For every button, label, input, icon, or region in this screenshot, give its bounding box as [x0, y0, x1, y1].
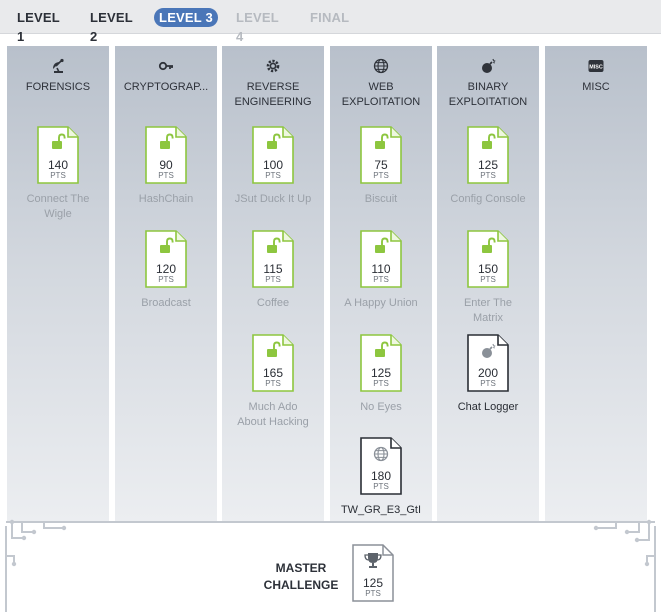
challenge-card[interactable]: 125 PTS Config Console	[441, 126, 535, 226]
category-title: BINARY EXPLOITATION	[448, 81, 528, 108]
challenge-card[interactable]: 150 PTS Enter The Matrix	[441, 230, 535, 330]
challenge-name: JSut Duck It Up	[234, 193, 312, 205]
challenge-card[interactable]: 90 PTS HashChain	[119, 126, 213, 226]
challenge-points: 115	[263, 262, 283, 276]
challenge-points-unit: PTS	[265, 171, 281, 180]
category-column-reverse-engineering: REVERSE ENGINEERING 100 PTS JSut Duck It Up…	[222, 46, 324, 522]
category-header: BINARY EXPLOITATION	[437, 46, 539, 116]
svg-text:MISC: MISC	[589, 64, 603, 70]
category-header: REVERSE ENGINEERING	[222, 46, 324, 116]
key-icon	[158, 61, 173, 71]
challenge-name: Connect The Wigle	[26, 193, 90, 220]
challenge-points: 75	[374, 158, 388, 172]
challenge-name: HashChain	[138, 193, 194, 205]
category-column-forensics: FORENSICS 140 PTS Connect The Wigle	[7, 46, 109, 522]
challenge-points: 140	[47, 158, 69, 172]
challenge-points: 180	[370, 469, 392, 483]
challenge-points-unit: PTS	[373, 379, 389, 388]
globe-icon	[373, 58, 389, 74]
challenge-points: 90	[159, 158, 173, 172]
challenge-card[interactable]: 110 PTS A Happy Union	[334, 230, 428, 330]
tab-level-1[interactable]: LEVEL 1	[17, 8, 67, 44]
challenge-points-unit: PTS	[158, 275, 174, 284]
tab-level-4: LEVEL 4	[236, 10, 279, 44]
challenge-points: 150	[477, 262, 499, 276]
challenge-name: A Happy Union	[344, 297, 418, 309]
challenge-points-unit: PTS	[158, 171, 174, 180]
challenge-points: 110	[371, 262, 391, 276]
challenge-card[interactable]: 165 PTS Much Ado About Hacking	[226, 334, 320, 434]
challenge-card[interactable]: 200 PTS Chat Logger	[441, 334, 535, 434]
misc-icon: MISC	[588, 60, 604, 72]
challenge-name: Broadcast	[141, 297, 191, 309]
challenge-points: 200	[477, 366, 499, 380]
challenge-points: 125	[370, 366, 392, 380]
challenge-name: Much Ado About Hacking	[237, 401, 309, 428]
challenge-points-unit: PTS	[265, 379, 281, 388]
master-points-unit: PTS	[365, 589, 381, 598]
challenge-card[interactable]: 140 PTS Connect The Wigle	[11, 126, 105, 226]
challenge-name: Chat Logger	[457, 401, 519, 413]
category-column-binary-exploitation: BINARY EXPLOITATION 125 PTS Config Console 1…	[437, 46, 539, 522]
challenge-name: Coffee	[256, 297, 290, 309]
challenge-points-unit: PTS	[480, 275, 496, 284]
category-header: FORENSICS	[7, 46, 109, 116]
tab-level-2[interactable]: LEVEL 2	[90, 8, 140, 44]
category-header: CRYPTOGRAP...	[115, 46, 217, 116]
challenge-points-unit: PTS	[373, 171, 389, 180]
level-tabs: LEVEL 1 LEVEL 2 LEVEL 3 LEVEL 4 FINAL	[0, 0, 661, 44]
challenge-points: 100	[262, 158, 284, 172]
master-points: 125	[362, 576, 384, 590]
challenge-points-unit: PTS	[480, 379, 496, 388]
tab-level-3[interactable]: LEVEL 3	[154, 8, 218, 27]
category-title: REVERSE ENGINEERING	[234, 81, 312, 108]
challenge-name: Enter The Matrix	[463, 297, 513, 324]
challenge-points-unit: PTS	[373, 482, 389, 491]
category-column-misc: MISC MISC	[545, 46, 647, 522]
challenge-points-unit: PTS	[480, 171, 496, 180]
gear-icon	[266, 59, 280, 73]
challenge-name: No Eyes	[360, 401, 402, 413]
challenge-points: 120	[155, 262, 177, 276]
master-challenge-card[interactable]: 125 PTS	[326, 544, 420, 604]
category-title: FORENSICS	[25, 81, 91, 93]
challenge-card[interactable]: 120 PTS Broadcast	[119, 230, 213, 330]
challenge-points-unit: PTS	[50, 171, 66, 180]
challenge-card[interactable]: 115 PTS Coffee	[226, 230, 320, 330]
challenge-name: Config Console	[450, 193, 526, 205]
category-column-cryptograp: CRYPTOGRAP... 90 PTS HashChain 120 PTS Broadca…	[115, 46, 217, 522]
challenge-name: Biscuit	[364, 193, 398, 205]
category-column-web-exploitation: WEB EXPLOITATION 75 PTS Biscuit 110 PTS A Happ…	[330, 46, 432, 522]
challenge-points: 165	[262, 366, 284, 380]
challenge-card[interactable]: 125 PTS No Eyes	[334, 334, 428, 434]
bomb-icon	[482, 58, 496, 73]
tab-final: FINAL	[310, 10, 350, 25]
category-title: MISC	[582, 81, 610, 93]
challenge-card[interactable]: 100 PTS JSut Duck It Up	[226, 126, 320, 226]
challenge-points-unit: PTS	[265, 275, 281, 284]
challenge-points-unit: PTS	[373, 275, 389, 284]
satellite-dish-icon	[53, 58, 64, 73]
category-header: MISC MISC	[545, 46, 647, 116]
category-header: WEB EXPLOITATION	[330, 46, 432, 116]
challenge-points: 125	[477, 158, 499, 172]
challenge-card[interactable]: 75 PTS Biscuit	[334, 126, 428, 226]
category-title: WEB EXPLOITATION	[341, 81, 421, 108]
category-title: CRYPTOGRAP...	[123, 81, 209, 93]
